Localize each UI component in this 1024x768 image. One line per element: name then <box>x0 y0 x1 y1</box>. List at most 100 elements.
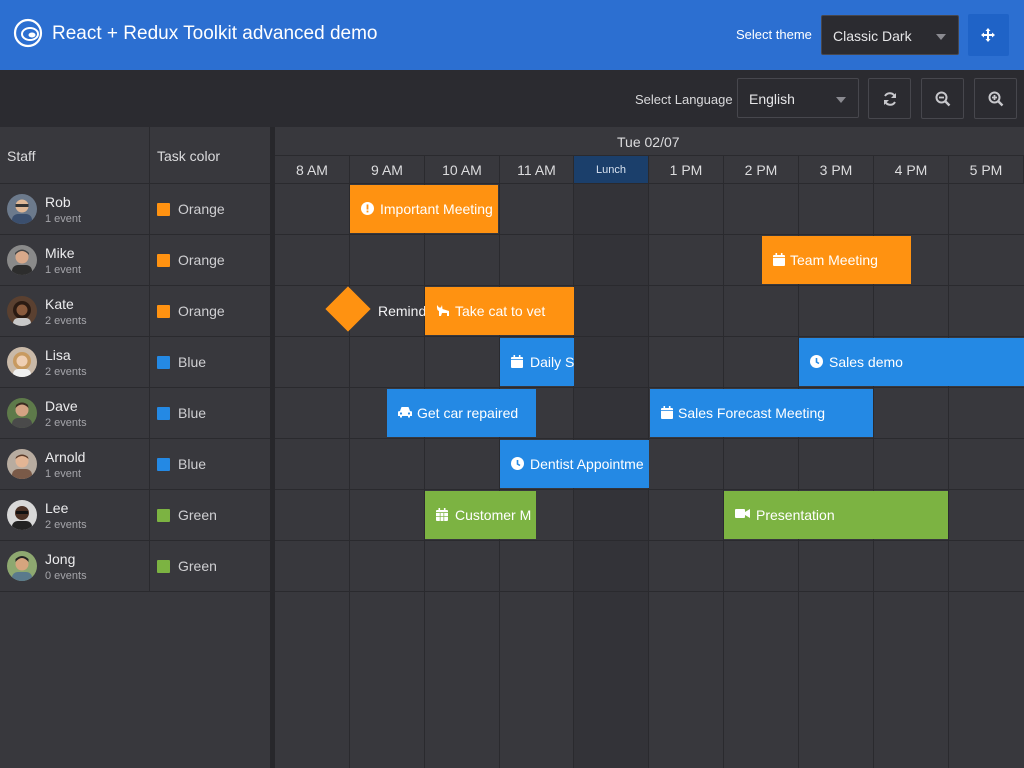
event-daily-standup[interactable]: Daily S <box>500 338 574 386</box>
task-color-label: Blue <box>178 354 207 370</box>
event-count: 1 event <box>45 468 82 480</box>
hour-header: 11 AM <box>500 156 574 184</box>
refresh-icon <box>884 92 896 106</box>
hour-header: 2 PM <box>724 156 799 184</box>
staff-row-lisa[interactable]: Lisa 2 events Blue <box>0 337 270 388</box>
row-line <box>275 438 1024 439</box>
task-color-label: Orange <box>178 201 225 217</box>
move-arrows-icon <box>981 28 995 42</box>
staff-name: Arnold <box>45 449 86 465</box>
hour-header: 5 PM <box>949 156 1024 184</box>
theme-select[interactable]: Classic Dark <box>821 15 959 55</box>
color-swatch <box>157 305 170 318</box>
app-header: React + Redux Toolkit advanced demo Sele… <box>0 0 1024 70</box>
staff-row-kate[interactable]: Kate 2 events Orange <box>0 286 270 337</box>
schedule-timeline: Tue 02/07 8 AM 9 AM 10 AM 11 AM Lunch 1 … <box>275 127 1024 768</box>
hour-header: 8 AM <box>275 156 350 184</box>
calendar-grid-icon <box>436 508 448 521</box>
zoom-in-button[interactable] <box>974 78 1017 119</box>
fullscreen-button[interactable] <box>968 14 1009 56</box>
color-swatch <box>157 203 170 216</box>
task-color-label: Orange <box>178 303 225 319</box>
calendar-icon <box>511 355 523 368</box>
color-swatch <box>157 254 170 267</box>
zoom-out-button[interactable] <box>921 78 964 119</box>
staff-row-arnold[interactable]: Arnold 1 event Blue <box>0 439 270 490</box>
event-sales-demo[interactable]: Sales demo <box>799 338 1024 386</box>
chevron-down-icon <box>836 97 846 103</box>
zoom-in-icon <box>988 91 1004 107</box>
hour-header: 9 AM <box>350 156 425 184</box>
color-swatch <box>157 458 170 471</box>
row-line <box>275 336 1024 337</box>
event-take-cat-to-vet[interactable]: Take cat to vet <box>425 287 574 335</box>
lunch-header: Lunch <box>574 156 649 184</box>
hour-header: 1 PM <box>649 156 724 184</box>
staff-row-mike[interactable]: Mike 1 event Orange <box>0 235 270 286</box>
staff-name: Lee <box>45 500 69 516</box>
task-color-column-header[interactable]: Task color <box>157 148 220 164</box>
event-name: Daily S <box>530 354 574 370</box>
color-swatch <box>157 560 170 573</box>
event-get-car-repaired[interactable]: Get car repaired <box>387 389 536 437</box>
staff-column-header[interactable]: Staff <box>7 148 36 164</box>
theme-label: Select theme <box>736 27 812 42</box>
theme-select-value: Classic Dark <box>833 28 912 44</box>
staff-row-jong[interactable]: Jong 0 events Green <box>0 541 270 592</box>
staff-row-rob[interactable]: Rob 1 event Orange <box>0 184 270 235</box>
event-name: Sales Forecast Meeting <box>678 405 826 421</box>
event-team-meeting[interactable]: Team Meeting <box>762 236 911 284</box>
event-important-meeting[interactable]: Important Meeting <box>350 185 498 233</box>
avatar <box>7 449 37 479</box>
event-count: 1 event <box>45 264 82 276</box>
event-customer-meeting[interactable]: Customer M <box>425 491 536 539</box>
event-name: Team Meeting <box>790 252 878 268</box>
event-name: Presentation <box>756 507 835 523</box>
clock-icon <box>810 355 823 368</box>
staff-row-dave[interactable]: Dave 2 events Blue <box>0 388 270 439</box>
row-line <box>275 540 1024 541</box>
milestone-marker[interactable] <box>325 286 371 332</box>
avatar <box>7 551 37 581</box>
app-title: React + Redux Toolkit advanced demo <box>52 23 378 44</box>
date-header: Tue 02/07 <box>275 127 1024 156</box>
staff-name: Mike <box>45 245 75 261</box>
event-sales-forecast-meeting[interactable]: Sales Forecast Meeting <box>650 389 873 437</box>
calendar-icon <box>773 253 785 266</box>
clock-icon <box>511 457 524 470</box>
color-swatch <box>157 407 170 420</box>
exclamation-circle-icon <box>361 202 374 215</box>
language-label: Select Language <box>635 92 733 107</box>
milestone-label: Remind <box>378 303 427 319</box>
resource-grid: Staff Task color Rob 1 event Orange Mike… <box>0 127 270 768</box>
task-color-label: Blue <box>178 405 207 421</box>
app-logo-icon <box>13 18 43 48</box>
language-select-value: English <box>749 91 795 107</box>
event-count: 2 events <box>45 315 87 327</box>
cat-icon <box>436 305 449 316</box>
event-dentist-appointment[interactable]: Dentist Appointme <box>500 440 649 488</box>
avatar <box>7 194 37 224</box>
event-name: Customer M <box>455 507 532 523</box>
language-select[interactable]: English <box>737 78 859 118</box>
avatar <box>7 245 37 275</box>
event-name: Get car repaired <box>417 405 519 421</box>
event-name: Sales demo <box>829 354 903 370</box>
task-color-label: Green <box>178 507 217 523</box>
row-line <box>275 591 1024 592</box>
grid-line <box>424 184 425 768</box>
task-color-label: Orange <box>178 252 225 268</box>
car-icon <box>398 407 412 418</box>
row-line <box>275 285 1024 286</box>
zoom-out-icon <box>935 91 951 107</box>
staff-row-lee[interactable]: Lee 2 events Green <box>0 490 270 541</box>
event-presentation[interactable]: Presentation <box>724 491 948 539</box>
staff-name: Lisa <box>45 347 71 363</box>
event-name: Important Meeting <box>380 201 493 217</box>
color-swatch <box>157 509 170 522</box>
grid-line <box>349 184 350 768</box>
avatar <box>7 296 37 326</box>
staff-name: Dave <box>45 398 78 414</box>
grid-header: Staff Task color <box>0 127 270 184</box>
refresh-button[interactable] <box>868 78 911 119</box>
